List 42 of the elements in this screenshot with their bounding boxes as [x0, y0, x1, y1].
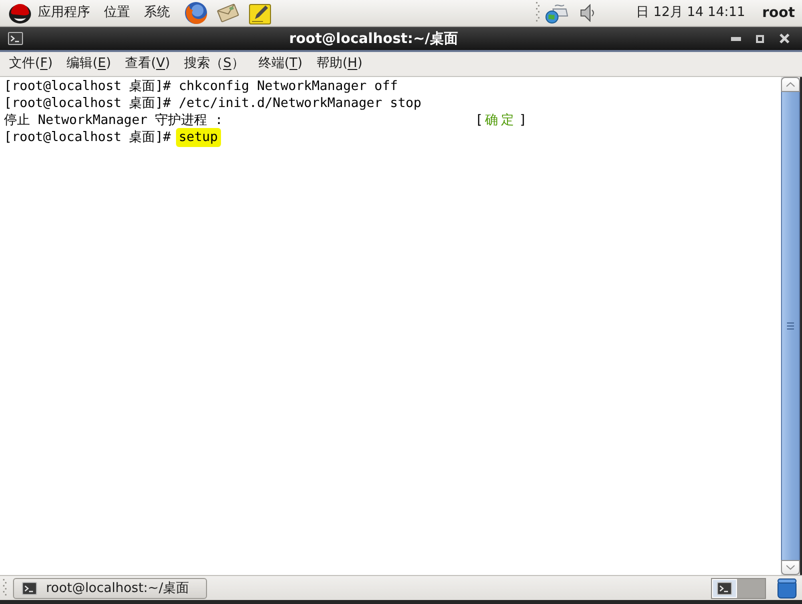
- grip-icon: [787, 322, 794, 330]
- hat-icon[interactable]: [8, 2, 32, 24]
- menu-item[interactable]: 终端(T): [253, 53, 308, 75]
- menu-item[interactable]: 编辑(E): [62, 53, 116, 75]
- scroll-down-button[interactable]: [781, 560, 800, 575]
- scrollbar-thumb[interactable]: [781, 92, 800, 560]
- command-text: chkconfig NetworkManager off: [178, 78, 399, 96]
- taskbar-button[interactable]: root@localhost:~/桌面: [13, 578, 207, 598]
- window-thumbnail-icon: [717, 582, 732, 594]
- prompt-text: [root@localhost 桌面]#: [4, 129, 171, 146]
- prompt-text: [root@localhost 桌面]#: [4, 78, 171, 95]
- status-label: [确定]: [475, 112, 527, 129]
- network-icon[interactable]: [545, 2, 568, 24]
- minimize-icon: [731, 36, 741, 40]
- chevron-up-icon: [786, 82, 795, 87]
- speaker-icon[interactable]: [580, 4, 596, 22]
- menu-item[interactable]: 查看(V): [120, 53, 176, 75]
- panel-handle-icon: [536, 2, 542, 24]
- close-icon: [778, 33, 790, 44]
- workspace-button[interactable]: [712, 578, 737, 598]
- panel-handle-icon: [3, 578, 8, 598]
- menu-item[interactable]: 帮助(H): [311, 53, 368, 75]
- note-pencil-icon[interactable]: [248, 2, 272, 24]
- panel-menu[interactable]: 系统: [144, 3, 170, 23]
- terminal-icon: [22, 582, 37, 594]
- menu-item[interactable]: 搜索（S）: [179, 53, 250, 75]
- panel-menu[interactable]: 位置: [104, 3, 130, 23]
- message-text: 停止 NetworkManager 守护进程 :: [4, 112, 223, 129]
- prompt-text: [root@localhost 桌面]#: [4, 95, 171, 112]
- chevron-down-icon: [786, 565, 795, 570]
- window-title: root@localhost:~/桌面: [289, 30, 458, 48]
- panel-menu[interactable]: 应用程序: [38, 3, 90, 23]
- command-text: setup: [176, 128, 221, 147]
- globe-icon[interactable]: [184, 1, 208, 25]
- clock[interactable]: 日 12月 14 14:11: [636, 3, 746, 23]
- command-text: /etc/init.d/NetworkManager stop: [178, 95, 422, 113]
- trash-icon[interactable]: [777, 578, 797, 598]
- menu-item[interactable]: 文件(F): [4, 53, 58, 75]
- scroll-up-button[interactable]: [781, 77, 800, 92]
- user-menu[interactable]: root: [762, 3, 795, 23]
- maximize-icon: [756, 34, 764, 42]
- terminal-icon: [8, 32, 23, 45]
